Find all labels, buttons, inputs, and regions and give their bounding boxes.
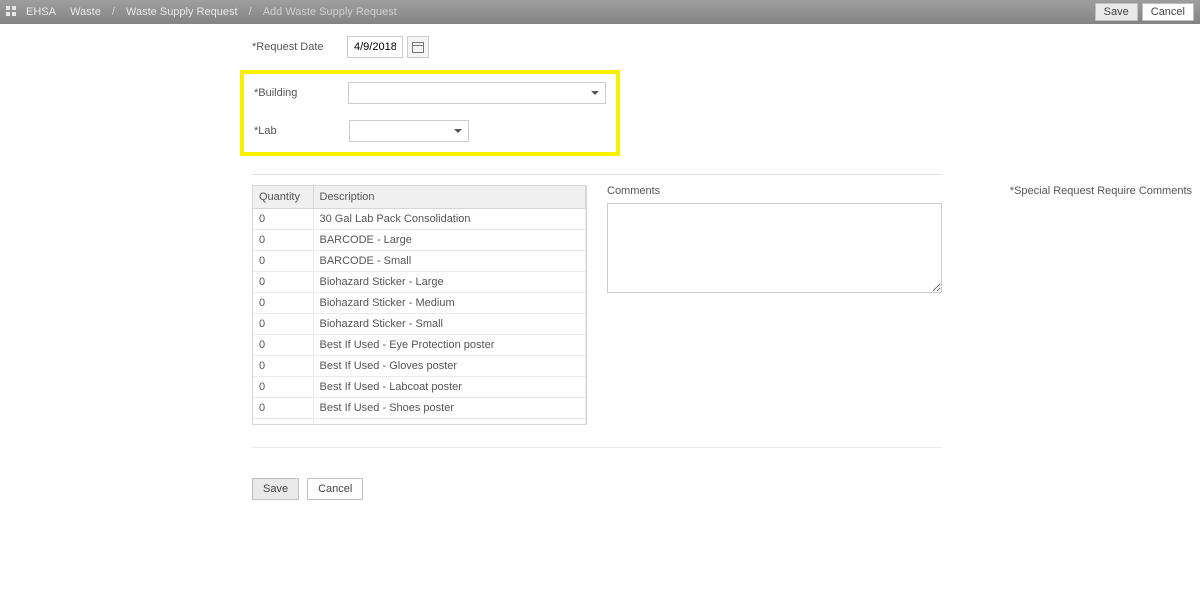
table-row[interactable]: 0Biohazard Spill Clean Up INSIDE a Biosa… — [253, 419, 586, 426]
col-quantity-header[interactable]: Quantity — [253, 186, 313, 209]
cell-quantity[interactable]: 0 — [253, 209, 313, 230]
breadcrumb-sep: / — [246, 6, 255, 18]
cell-quantity[interactable]: 0 — [253, 398, 313, 419]
chevron-down-icon — [454, 129, 462, 133]
cell-description: Best If Used - Gloves poster — [313, 356, 586, 377]
mid-section: Quantity Description 030 Gal Lab Pack Co… — [252, 185, 1192, 425]
supply-table-container[interactable]: Quantity Description 030 Gal Lab Pack Co… — [252, 185, 587, 425]
breadcrumb-sep: / — [109, 6, 118, 18]
cell-quantity[interactable]: 0 — [253, 377, 313, 398]
cell-quantity[interactable]: 0 — [253, 335, 313, 356]
calendar-icon — [412, 42, 424, 53]
breadcrumb-current: Add Waste Supply Request — [263, 6, 397, 18]
lab-label: Lab — [254, 125, 349, 137]
comments-label: Comments — [607, 185, 660, 197]
calendar-button[interactable] — [407, 36, 429, 58]
cell-description: Best If Used - Labcoat poster — [313, 377, 586, 398]
bottom-actions: Save Cancel — [252, 478, 1192, 500]
cell-quantity[interactable]: 0 — [253, 272, 313, 293]
cell-description: BARCODE - Small — [313, 251, 586, 272]
divider — [252, 174, 942, 175]
cell-description: Biohazard Sticker - Medium — [313, 293, 586, 314]
table-row[interactable]: 0Best If Used - Gloves poster — [253, 356, 586, 377]
cell-quantity[interactable]: 0 — [253, 314, 313, 335]
save-button[interactable]: Save — [252, 478, 299, 500]
comments-note: *Special Request Require Comments — [1010, 185, 1192, 197]
table-row[interactable]: 0BARCODE - Large — [253, 230, 586, 251]
cell-description: BARCODE - Large — [313, 230, 586, 251]
table-row[interactable]: 0Biohazard Sticker - Large — [253, 272, 586, 293]
top-cancel-button[interactable]: Cancel — [1142, 3, 1194, 21]
highlight-annotation: Building Lab — [240, 70, 620, 156]
building-label: Building — [254, 87, 348, 99]
col-description-header[interactable]: Description — [313, 186, 586, 209]
comments-textarea[interactable] — [607, 203, 942, 293]
request-date-input[interactable] — [347, 36, 403, 58]
cell-quantity[interactable]: 0 — [253, 293, 313, 314]
app-grid-icon[interactable] — [6, 6, 18, 18]
lab-select[interactable] — [349, 120, 469, 142]
supply-table: Quantity Description 030 Gal Lab Pack Co… — [253, 186, 586, 425]
cell-quantity[interactable]: 0 — [253, 356, 313, 377]
divider — [252, 447, 942, 448]
table-row[interactable]: 0Best If Used - Shoes poster — [253, 398, 586, 419]
table-row[interactable]: 0BARCODE - Small — [253, 251, 586, 272]
table-row[interactable]: 0Biohazard Sticker - Small — [253, 314, 586, 335]
top-nav-bar: EHSA Waste / Waste Supply Request / Add … — [0, 0, 1200, 24]
table-row[interactable]: 0Biohazard Sticker - Medium — [253, 293, 586, 314]
chevron-down-icon — [591, 91, 599, 95]
building-row: Building — [254, 82, 606, 104]
lab-row: Lab — [254, 120, 606, 142]
building-select[interactable] — [348, 82, 606, 104]
table-row[interactable]: 0Best If Used - Eye Protection poster — [253, 335, 586, 356]
cell-description: Best If Used - Eye Protection poster — [313, 335, 586, 356]
breadcrumb-item-0[interactable]: Waste — [70, 6, 101, 18]
cell-description: Best If Used - Shoes poster — [313, 398, 586, 419]
cell-quantity[interactable]: 0 — [253, 251, 313, 272]
cell-description: Biohazard Sticker - Large — [313, 272, 586, 293]
table-row[interactable]: 0Best If Used - Labcoat poster — [253, 377, 586, 398]
request-date-row: Request Date — [252, 36, 1192, 58]
cell-quantity[interactable]: 0 — [253, 230, 313, 251]
breadcrumb-item-1[interactable]: Waste Supply Request — [126, 6, 237, 18]
top-save-button[interactable]: Save — [1095, 3, 1138, 21]
cancel-button[interactable]: Cancel — [307, 478, 363, 500]
cell-description: Biohazard Spill Clean Up INSIDE a Biosaf… — [313, 419, 586, 426]
breadcrumb-app[interactable]: EHSA — [26, 6, 56, 18]
cell-description: Biohazard Sticker - Small — [313, 314, 586, 335]
request-date-label: Request Date — [252, 41, 347, 53]
table-row[interactable]: 030 Gal Lab Pack Consolidation — [253, 209, 586, 230]
form-area: Request Date Building Lab — [252, 24, 1192, 500]
comments-section: Comments *Special Request Require Commen… — [607, 185, 1192, 425]
cell-description: 30 Gal Lab Pack Consolidation — [313, 209, 586, 230]
cell-quantity[interactable]: 0 — [253, 419, 313, 426]
